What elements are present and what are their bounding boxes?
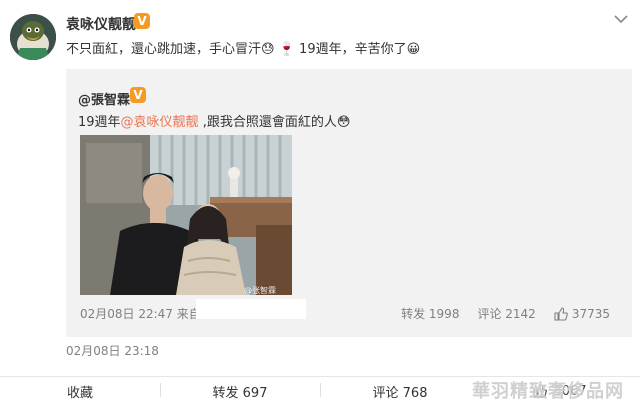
post-text-anniversary: 19週年，辛苦你了 xyxy=(299,42,407,57)
post-text-main: 不只面紅，還心跳加速，手心冒汗 xyxy=(66,42,262,57)
repost-comment-button[interactable]: 评论 2142 xyxy=(477,305,535,322)
repost-forward-button[interactable]: 转发 1998 xyxy=(401,305,459,322)
comment-label: 评论 768 xyxy=(372,385,428,401)
photo-image xyxy=(80,135,292,295)
redacted-source xyxy=(196,299,306,319)
repost-box[interactable]: @張智霖 V 19週年@袁咏仪靓靓 ,跟我合照還會面紅的人😳 @张智霖 02月0… xyxy=(66,69,632,337)
favorite-button[interactable]: 收藏 xyxy=(0,377,160,405)
forward-button[interactable]: 转发 697 xyxy=(160,377,320,405)
post-timestamp[interactable]: 02月08日 23:18 xyxy=(66,342,159,359)
post-text: 不只面紅，還心跳加速，手心冒汗😓 🍷 19週年，辛苦你了😀 xyxy=(66,38,420,57)
chevron-down-icon[interactable] xyxy=(614,14,628,24)
repost-like-count: 37735 xyxy=(571,306,610,321)
repost-text: 19週年@袁咏仪靓靓 ,跟我合照還會面紅的人😳 xyxy=(78,111,350,130)
site-watermark: 華羽精致奢侈品网 xyxy=(472,381,624,402)
repost-text-prefix: 19週年 xyxy=(78,115,121,130)
repost-photo[interactable] xyxy=(80,135,292,295)
mention-link[interactable]: @袁咏仪靓靓 xyxy=(121,115,199,130)
author-name[interactable]: 袁咏仪靓靓 xyxy=(66,14,136,34)
sweat-emoji: 😓 xyxy=(261,42,275,57)
comment-button[interactable]: 评论 768 xyxy=(320,377,480,405)
smile-emoji: 😀 xyxy=(406,42,421,57)
wine-emoji: 🍷 xyxy=(278,42,295,57)
forward-label: 转发 697 xyxy=(212,385,268,401)
repost-stats: 转发 1998 评论 2142 37735 xyxy=(401,305,610,322)
repost-text-suffix: ,跟我合照還會面紅的人 xyxy=(198,115,337,130)
blush-emoji: 😳 xyxy=(336,115,351,130)
thumbs-up-icon xyxy=(554,306,568,321)
repost-verified-badge-icon: V xyxy=(130,87,146,103)
repost-author-name[interactable]: @張智霖 xyxy=(78,89,130,108)
verified-badge-icon: V xyxy=(134,13,150,29)
photo-watermark: @张智霖 xyxy=(244,286,276,295)
repost-timestamp[interactable]: 02月08日 22:47 来自 xyxy=(80,305,201,322)
repost-like-button[interactable]: 37735 xyxy=(554,305,610,322)
avatar-image xyxy=(10,14,56,60)
avatar[interactable] xyxy=(10,14,56,60)
favorite-label: 收藏 xyxy=(66,385,93,401)
